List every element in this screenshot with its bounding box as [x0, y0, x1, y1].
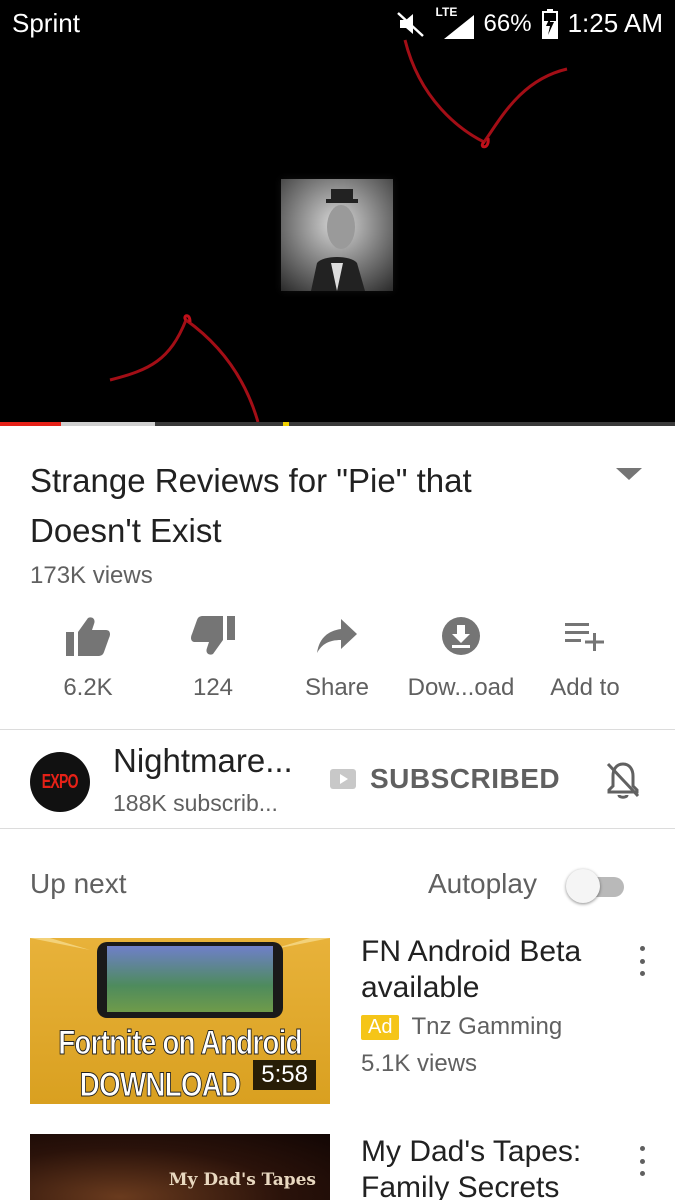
video-views: 5.1K views	[361, 1050, 478, 1077]
share-icon	[317, 619, 357, 653]
clock: 1:25 AM	[567, 8, 663, 38]
subscribed-button[interactable]: SUBSCRIBED	[330, 763, 560, 795]
more-options-icon[interactable]	[634, 1146, 650, 1176]
video-player[interactable]	[0, 0, 675, 422]
channel-name[interactable]: Nightmare...	[113, 742, 293, 780]
youtube-play-icon	[330, 769, 356, 789]
view-count: 173K views	[30, 562, 153, 589]
notifications-off-bell-icon[interactable]	[604, 760, 642, 800]
mute-icon	[396, 11, 424, 37]
dislike-button[interactable]: 124	[143, 612, 283, 702]
download-button[interactable]: Dow...oad	[391, 612, 531, 702]
channel-avatar[interactable]: EXPO	[30, 752, 90, 812]
signal-icon	[443, 14, 474, 39]
download-icon	[442, 617, 480, 655]
thumbs-down-icon	[191, 616, 235, 655]
add-to-playlist-button[interactable]: Add to	[515, 612, 655, 702]
like-count: 6.2K	[63, 674, 113, 701]
autoplay-toggle[interactable]	[566, 869, 624, 903]
video-frame-portrait	[281, 179, 393, 291]
subscribed-label: SUBSCRIBED	[370, 763, 561, 794]
ad-marker	[283, 422, 289, 426]
dislike-count: 124	[192, 674, 234, 701]
thumbnail-text: My Dad's Tapes	[168, 1170, 316, 1190]
status-bar: Sprint LTE 66% 1:25 AM	[0, 0, 675, 48]
video-title: Strange Reviews for "Pie" that Doesn't E…	[30, 462, 472, 549]
video-thumbnail[interactable]: My Dad's Tapes	[30, 1134, 330, 1200]
download-label: Dow...oad	[407, 674, 515, 701]
add-to-label: Add to	[550, 674, 620, 701]
divider	[0, 828, 675, 829]
thumbs-up-icon	[66, 617, 110, 656]
like-button[interactable]: 6.2K	[18, 612, 158, 702]
video-channel: Tnz Gamming	[411, 1013, 563, 1040]
video-duration: 5:58	[253, 1060, 316, 1090]
video-title[interactable]: FN Android Beta available	[361, 934, 611, 1006]
divider	[0, 729, 675, 730]
signal-group: LTE	[436, 5, 474, 39]
game-screenshot	[107, 946, 273, 1012]
video-title[interactable]: My Dad's Tapes: Family Secrets	[361, 1134, 611, 1200]
thumbnail-text-line2: DOWNLOAD NOW	[79, 1066, 241, 1105]
thumbnail-text-line1: Fortnite on Android	[58, 1024, 303, 1063]
up-next-heading: Up next	[30, 868, 127, 899]
toggle-knob	[566, 869, 600, 903]
suited-figure-icon	[311, 189, 365, 291]
autoplay-label: Autoplay	[428, 868, 537, 899]
subscriber-count: 188K subscrib...	[113, 790, 278, 816]
played-bar	[0, 422, 61, 426]
expand-description-icon[interactable]	[612, 462, 646, 486]
share-label: Share	[304, 674, 370, 701]
ad-badge: Ad	[361, 1014, 400, 1040]
battery-charging-icon	[541, 8, 558, 39]
video-thumbnail[interactable]: Fortnite on Android DOWNLOAD NOW 5:58	[30, 938, 330, 1104]
battery-percent: 66%	[483, 9, 532, 37]
add-to-playlist-icon	[565, 623, 604, 651]
share-button[interactable]: Share	[267, 612, 407, 702]
video-progress-bar[interactable]	[0, 422, 675, 426]
carrier-label: Sprint	[12, 8, 80, 38]
more-options-icon[interactable]	[634, 946, 650, 976]
buffered-bar	[60, 422, 156, 426]
avatar-logo-text: EXPO	[41, 770, 79, 793]
video-meta-row: Ad Tnz Gamming	[361, 1013, 562, 1041]
action-bar: 6.2K 124 Share Dow...oad Add to	[0, 612, 675, 712]
